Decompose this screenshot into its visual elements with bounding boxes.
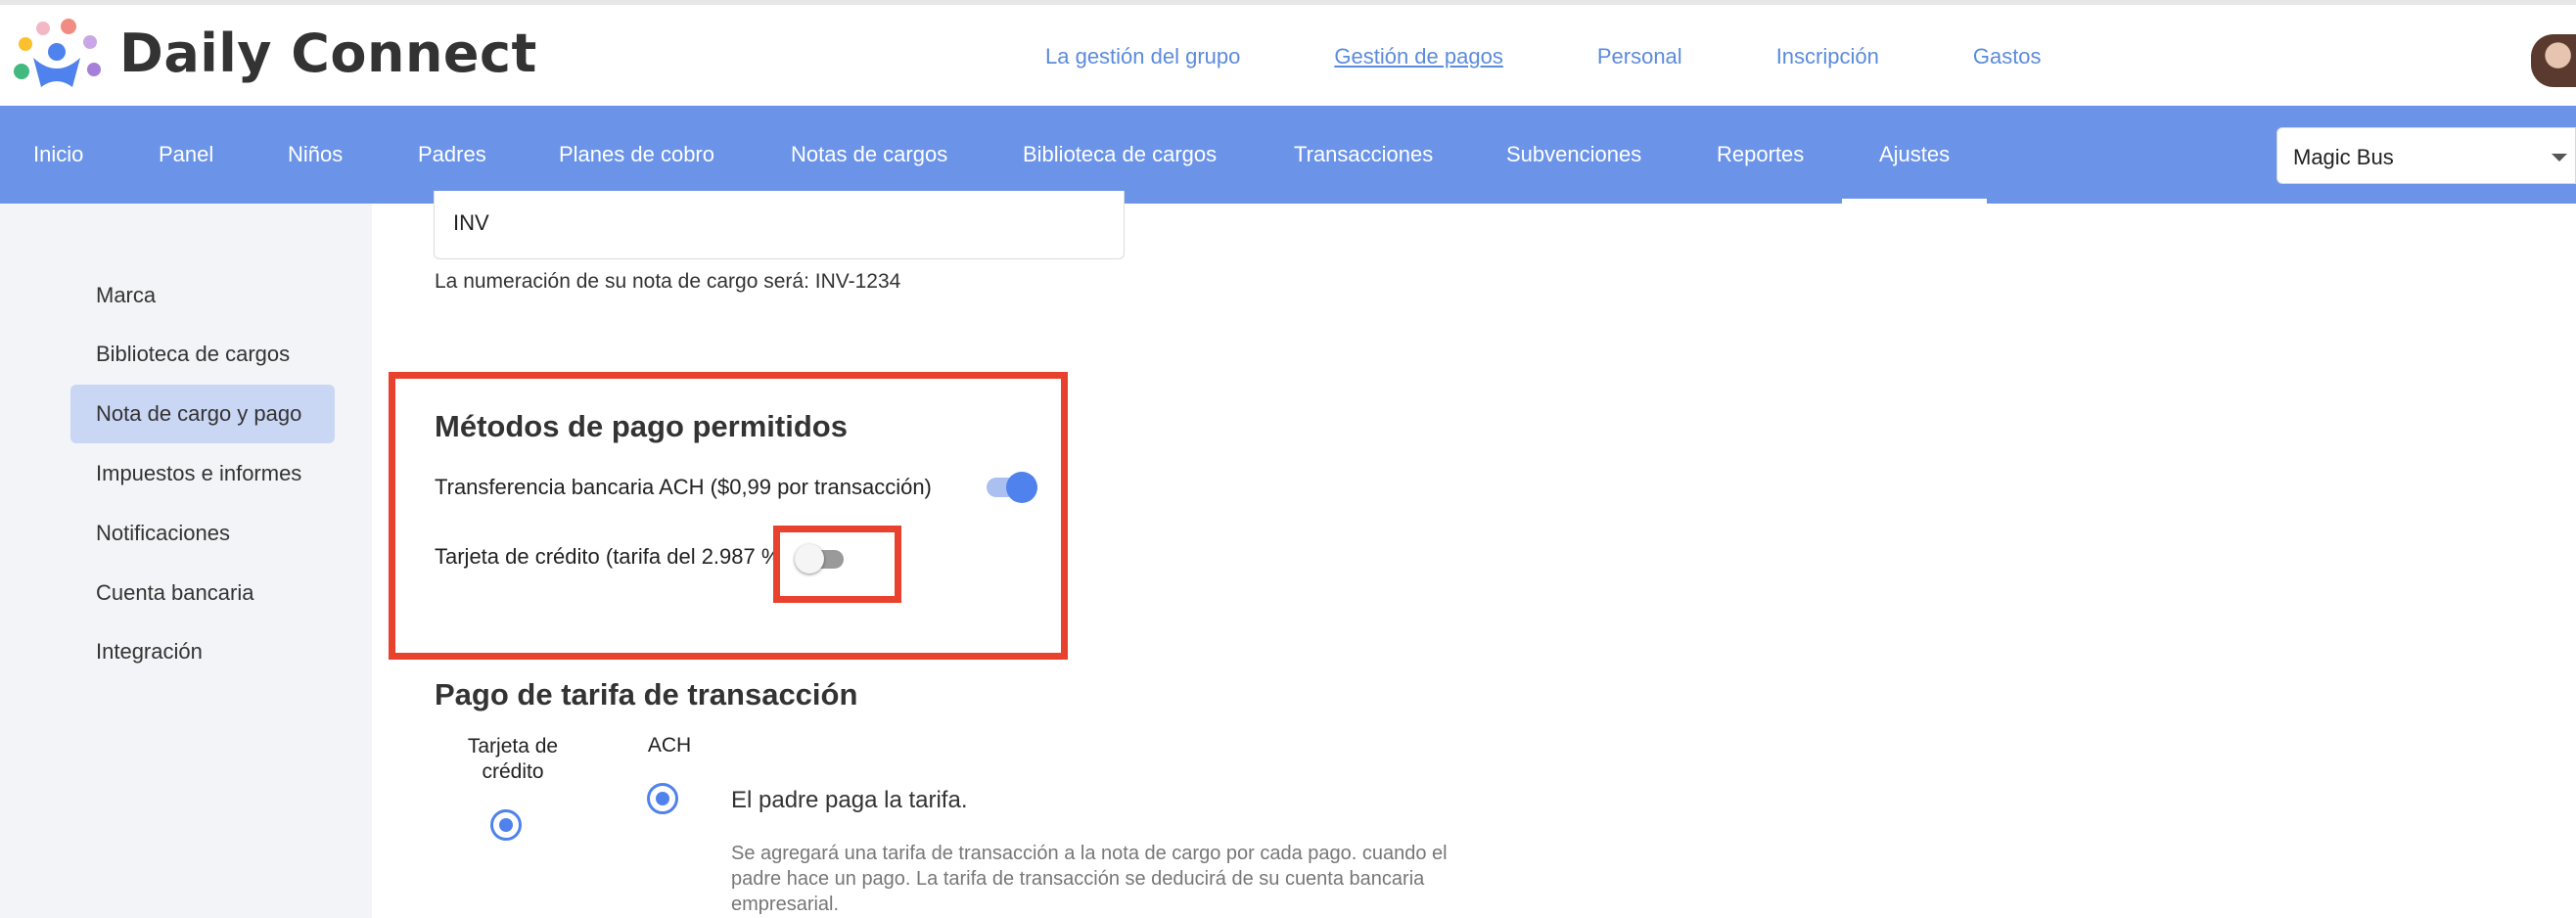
main-nav-planes[interactable]: Planes de cobro	[559, 106, 714, 204]
card-fee-radio[interactable]	[490, 809, 522, 841]
settings-sidebar: Marca Biblioteca de cargos Nota de cargo…	[0, 204, 372, 918]
main-nav-panel[interactable]: Panel	[159, 106, 213, 204]
ach-toggle-knob	[1006, 472, 1037, 503]
app-title[interactable]: Daily Connect	[119, 23, 537, 84]
sidebar-item-biblioteca[interactable]: Biblioteca de cargos	[70, 325, 335, 384]
sidebar-item-nota-cargo[interactable]: Nota de cargo y pago	[70, 385, 335, 443]
chevron-down-icon	[2552, 154, 2567, 161]
ach-toggle[interactable]	[987, 472, 1037, 503]
main-nav-inicio[interactable]: Inicio	[33, 106, 83, 204]
main-nav-notas[interactable]: Notas de cargos	[791, 106, 947, 204]
highlight-frame-toggle	[773, 526, 901, 603]
credit-card-label: Tarjeta de crédito (tarifa del 2.987 %	[435, 544, 781, 569]
fee-option-title: El padre paga la tarifa.	[731, 787, 968, 813]
center-select-value: Magic Bus	[2293, 145, 2394, 169]
top-nav-personal[interactable]: Personal	[1597, 44, 1682, 69]
top-nav: La gestión del grupo Gestión de pagos Pe…	[1045, 44, 2042, 69]
top-nav-gastos[interactable]: Gastos	[1973, 44, 2042, 69]
main-nav-subvenciones[interactable]: Subvenciones	[1506, 106, 1641, 204]
center-select[interactable]: Magic Bus	[2277, 127, 2576, 184]
sidebar-item-impuestos[interactable]: Impuestos e informes	[70, 444, 335, 503]
ach-label: Transferencia bancaria ACH ($0,99 por tr…	[435, 475, 932, 499]
top-header: Daily Connect La gestión del grupo Gesti…	[0, 0, 2576, 106]
invoice-prefix-input[interactable]: INV	[434, 191, 1125, 259]
ach-fee-radio[interactable]	[647, 783, 678, 814]
col-header-card: Tarjeta de crédito	[467, 735, 559, 783]
fee-option-description: Se agregará una tarifa de transacción a …	[731, 843, 1448, 915]
main-nav-reportes[interactable]: Reportes	[1717, 106, 1804, 204]
avatar[interactable]	[2531, 34, 2576, 87]
col-header-ach: ACH	[647, 734, 692, 757]
people-connect-logo-icon[interactable]	[12, 19, 102, 93]
numbering-note: La numeración de su nota de cargo será: …	[435, 270, 901, 293]
sidebar-item-notificaciones[interactable]: Notificaciones	[70, 504, 335, 563]
sidebar-item-cuenta-bancaria[interactable]: Cuenta bancaria	[70, 564, 335, 622]
payment-methods-title: Métodos de pago permitidos	[435, 409, 848, 443]
top-nav-inscripcion[interactable]: Inscripción	[1776, 44, 1879, 69]
sidebar-item-marca[interactable]: Marca	[70, 266, 335, 325]
main-nav-ninos[interactable]: Niños	[288, 106, 343, 204]
main-nav-ajustes[interactable]: Ajustes	[1841, 106, 1988, 204]
invoice-prefix-value: INV	[453, 210, 489, 235]
top-nav-pagos[interactable]: Gestión de pagos	[1334, 44, 1502, 69]
sidebar-item-integracion[interactable]: Integración	[70, 622, 335, 681]
transaction-fee-title: Pago de tarifa de transacción	[435, 677, 858, 711]
main-nav-biblioteca[interactable]: Biblioteca de cargos	[1023, 106, 1217, 204]
main-nav: Inicio Panel Niños Padres Planes de cobr…	[0, 106, 2576, 204]
main-nav-padres[interactable]: Padres	[418, 106, 486, 204]
main-nav-transacciones[interactable]: Transacciones	[1294, 106, 1433, 204]
top-nav-grupo[interactable]: La gestión del grupo	[1045, 44, 1240, 69]
